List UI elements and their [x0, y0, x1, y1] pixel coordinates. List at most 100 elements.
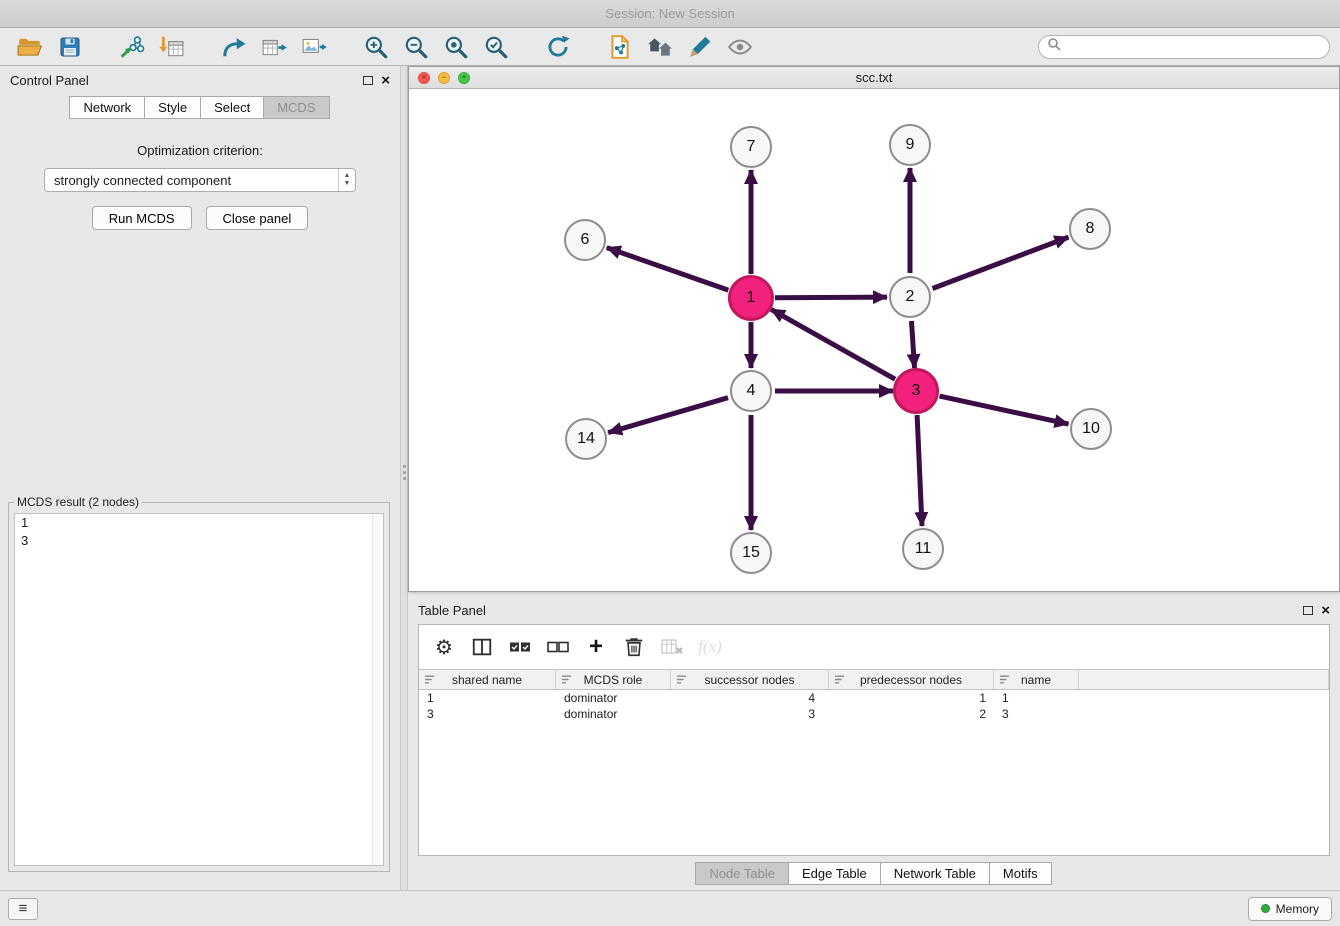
- graph-node-1[interactable]: 1: [728, 275, 774, 321]
- dropdown-stepper-icon: ▲ ▼: [338, 169, 355, 191]
- graph-edge-4-14[interactable]: [608, 398, 728, 433]
- control-panel-title: Control Panel: [10, 73, 355, 88]
- graph-edge-2-8[interactable]: [933, 237, 1069, 288]
- graph-node-7[interactable]: 7: [730, 126, 772, 168]
- maximize-window-icon[interactable]: +: [458, 72, 470, 84]
- network-canvas[interactable]: 7 9 6 8 1 2 4 3 14 10 15 11: [409, 89, 1339, 591]
- network-edges: [409, 89, 1339, 591]
- column-type-icon: [834, 674, 845, 688]
- result-item[interactable]: 1: [15, 514, 383, 532]
- add-column-icon[interactable]: +: [579, 632, 613, 662]
- float-table-panel-icon[interactable]: [1303, 606, 1313, 615]
- graph-node-11[interactable]: 11: [902, 528, 944, 570]
- status-list-button[interactable]: ≡: [8, 898, 38, 920]
- search-box[interactable]: [1038, 35, 1330, 59]
- tab-mcds[interactable]: MCDS: [263, 96, 329, 119]
- column-header-label: successor nodes: [704, 673, 794, 687]
- graph-node-6[interactable]: 6: [564, 219, 606, 261]
- graph-edge-3-11[interactable]: [917, 415, 922, 526]
- panel-splitter[interactable]: [400, 66, 408, 890]
- eye-icon[interactable]: [720, 31, 760, 63]
- list-icon: ≡: [19, 900, 28, 917]
- table-settings-gear-icon[interactable]: ⚙: [427, 632, 461, 662]
- save-session-icon[interactable]: [50, 31, 90, 63]
- graph-edge-3-1[interactable]: [771, 309, 895, 379]
- select-all-columns-icon[interactable]: [503, 632, 537, 662]
- splitter-grip-icon: [403, 462, 406, 483]
- close-panel-button[interactable]: Close panel: [206, 206, 309, 230]
- mcds-result-box[interactable]: 13: [14, 513, 384, 866]
- close-table-panel-icon[interactable]: ×: [1321, 603, 1330, 618]
- unselect-all-columns-icon[interactable]: [541, 632, 575, 662]
- column-header-label: MCDS role: [584, 673, 643, 687]
- column-header-name[interactable]: name: [994, 670, 1079, 689]
- zoom-selected-icon[interactable]: [476, 31, 516, 63]
- criterion-dropdown[interactable]: strongly connected component ▲ ▼: [44, 168, 356, 192]
- zoom-in-icon[interactable]: [356, 31, 396, 63]
- search-input[interactable]: [1066, 39, 1321, 54]
- table-tabs: Node TableEdge TableNetwork TableMotifs: [408, 862, 1340, 885]
- export-image-icon[interactable]: [294, 31, 334, 63]
- session-group: [10, 31, 90, 63]
- result-item[interactable]: 3: [15, 532, 383, 550]
- refresh-icon[interactable]: [538, 31, 578, 63]
- status-bar: ≡ Memory: [0, 890, 1340, 926]
- export-network-icon[interactable]: [214, 31, 254, 63]
- open-session-icon[interactable]: [10, 31, 50, 63]
- tab-network-table[interactable]: Network Table: [880, 862, 990, 885]
- graph-edge-1-6[interactable]: [607, 248, 729, 291]
- zoom-out-icon[interactable]: [396, 31, 436, 63]
- column-type-icon: [424, 674, 435, 688]
- run-mcds-button[interactable]: Run MCDS: [92, 206, 192, 230]
- float-panel-icon[interactable]: [363, 76, 373, 85]
- stepper-up-icon: ▲: [344, 172, 351, 180]
- table-row[interactable]: 3dominator323: [419, 706, 1329, 722]
- mcds-result-group: MCDS result (2 nodes) 13: [8, 495, 390, 872]
- graph-node-2[interactable]: 2: [889, 276, 931, 318]
- style-brush-icon[interactable]: [680, 31, 720, 63]
- close-window-icon[interactable]: ×: [418, 72, 430, 84]
- graph-edge-1-2[interactable]: [775, 297, 887, 298]
- table-row[interactable]: 1dominator411: [419, 690, 1329, 706]
- graph-edge-3-10[interactable]: [940, 396, 1069, 424]
- window-titlebar[interactable]: Session: New Session: [0, 0, 1340, 28]
- column-header-mcds-role[interactable]: MCDS role: [556, 670, 671, 689]
- import-table-icon[interactable]: [152, 31, 192, 63]
- minimize-window-icon[interactable]: −: [438, 72, 450, 84]
- import-group: [112, 31, 192, 63]
- graph-node-15[interactable]: 15: [730, 532, 772, 574]
- column-header-successor-nodes[interactable]: successor nodes: [671, 670, 829, 689]
- graph-node-3[interactable]: 3: [893, 368, 939, 414]
- tab-style[interactable]: Style: [144, 96, 201, 119]
- column-header-predecessor-nodes[interactable]: predecessor nodes: [829, 670, 994, 689]
- close-panel-icon[interactable]: ×: [381, 73, 390, 88]
- tab-select[interactable]: Select: [200, 96, 264, 119]
- graph-edge-2-3[interactable]: [912, 321, 915, 368]
- graph-node-4[interactable]: 4: [730, 370, 772, 412]
- home-icon[interactable]: [640, 31, 680, 63]
- result-scrollbar[interactable]: [372, 514, 383, 865]
- tab-edge-table[interactable]: Edge Table: [788, 862, 881, 885]
- import-network-icon[interactable]: [112, 31, 152, 63]
- graph-node-8[interactable]: 8: [1069, 208, 1111, 250]
- tab-network[interactable]: Network: [69, 96, 145, 119]
- zoom-fit-icon[interactable]: [436, 31, 476, 63]
- tab-node-table[interactable]: Node Table: [695, 862, 789, 885]
- graph-node-9[interactable]: 9: [889, 124, 931, 166]
- document-network-icon[interactable]: [600, 31, 640, 63]
- column-type-icon: [561, 674, 572, 688]
- graph-node-14[interactable]: 14: [565, 418, 607, 460]
- column-type-icon: [676, 674, 687, 688]
- tab-motifs[interactable]: Motifs: [989, 862, 1052, 885]
- delete-column-icon[interactable]: [617, 632, 651, 662]
- graph-node-10[interactable]: 10: [1070, 408, 1112, 450]
- table-header: shared name MCDS role successor nodes prede…: [419, 669, 1329, 690]
- network-window-titlebar[interactable]: × − + scc.txt: [409, 67, 1339, 89]
- mcds-result-title: MCDS result (2 nodes): [14, 495, 142, 509]
- memory-button[interactable]: Memory: [1248, 897, 1332, 921]
- column-header-shared-name[interactable]: shared name: [419, 670, 556, 689]
- table-body-panel: ⚙ + f(x) shared nameMCDS rolesuccessor n…: [418, 624, 1330, 856]
- export-group: [214, 31, 334, 63]
- show-columns-icon[interactable]: [465, 632, 499, 662]
- export-table-icon[interactable]: [254, 31, 294, 63]
